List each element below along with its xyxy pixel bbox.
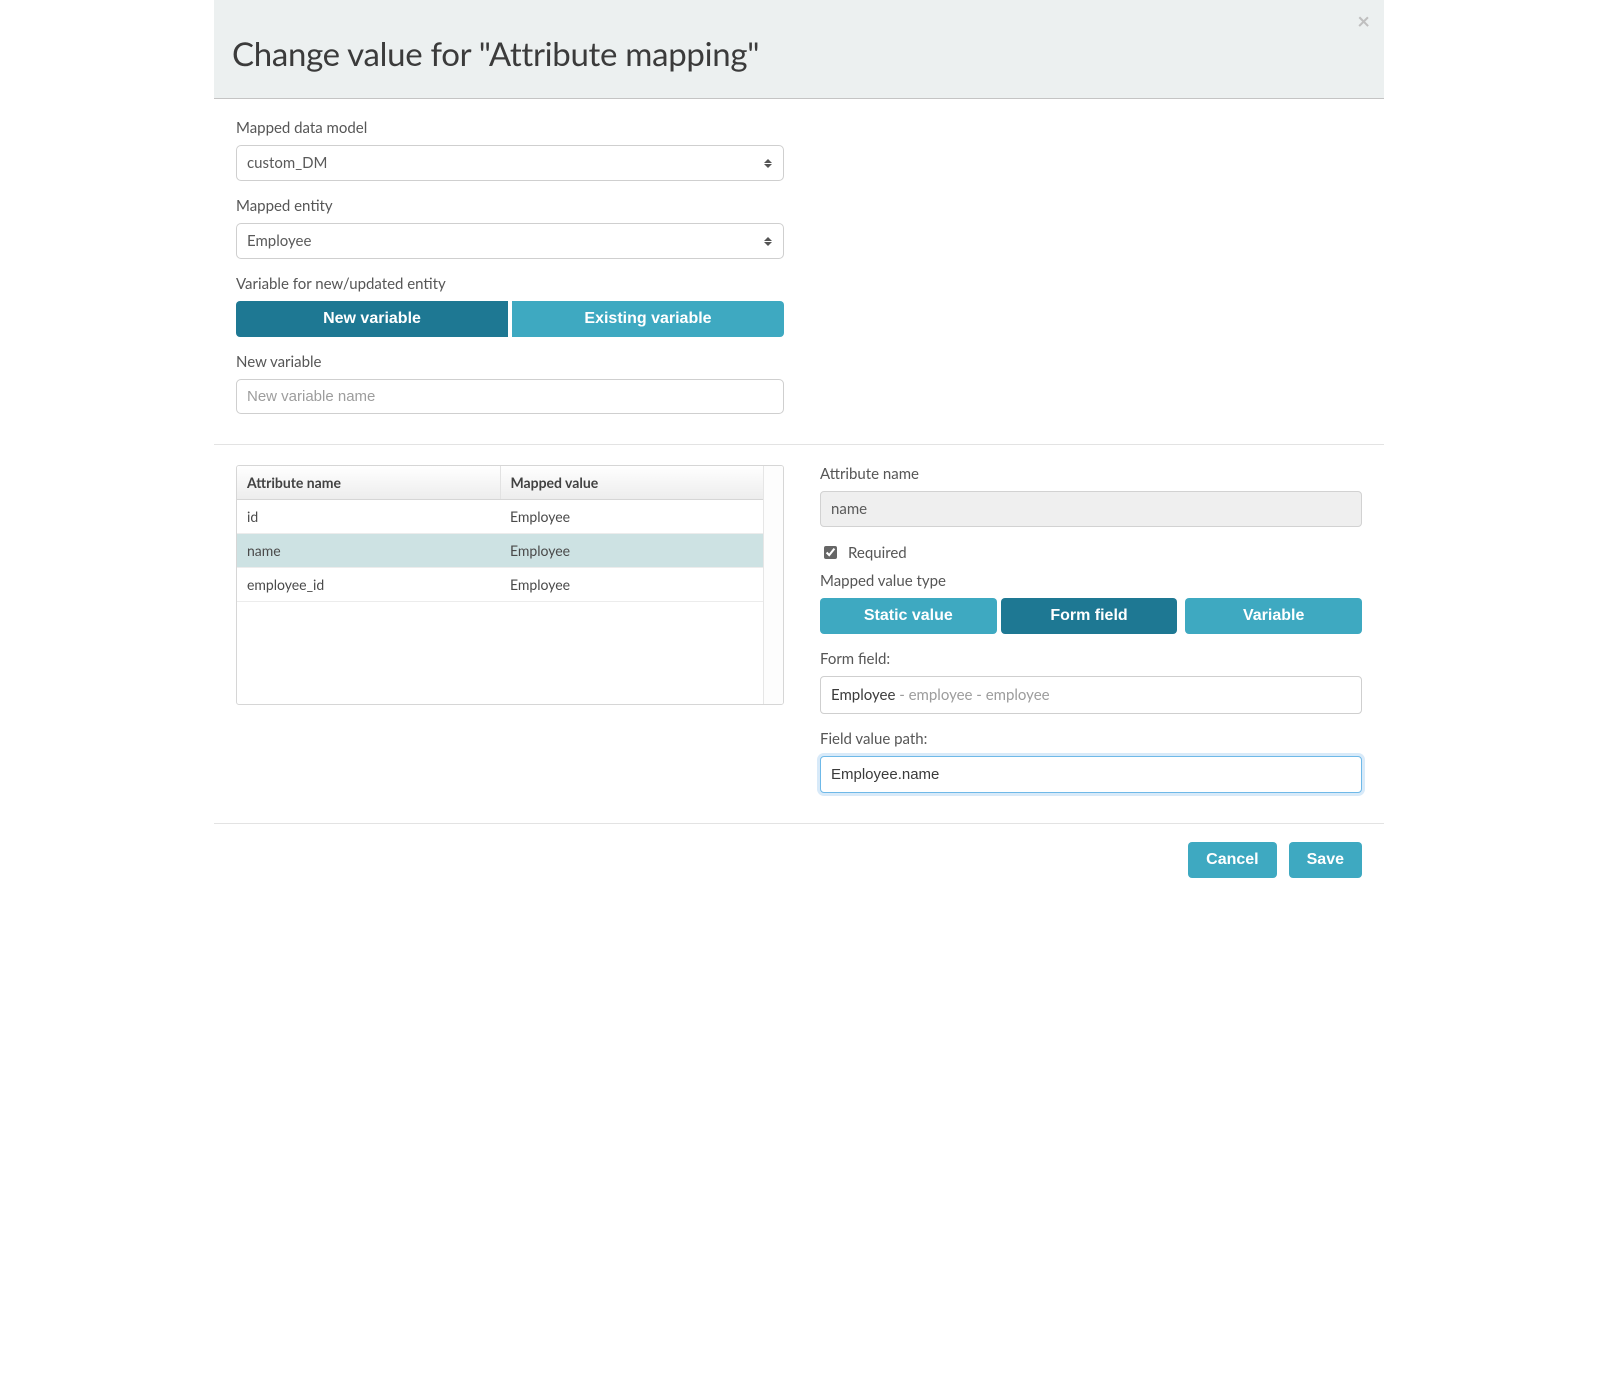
mapped-entity-label: Mapped entity [236,197,1362,215]
field-value-path-label: Field value path: [820,730,1362,748]
form-field-toggle[interactable]: Form field [1001,598,1178,634]
table-row[interactable]: name Employee [237,534,763,568]
dialog-body: Mapped data model custom_DM Mapped entit… [214,99,1384,823]
attribute-detail-panel: Attribute name name Required Mapped valu… [820,465,1362,793]
dialog-footer: Cancel Save [214,823,1384,896]
table-row[interactable]: id Employee [237,500,763,534]
table-scrollbar-gutter[interactable] [763,466,783,704]
new-variable-group: New variable [236,353,1362,414]
attribute-mapping-dialog: × Change value for "Attribute mapping" M… [214,0,1384,896]
dialog-header: × Change value for "Attribute mapping" [214,0,1384,99]
mapped-entity-group: Mapped entity Employee [236,197,1362,259]
variable-toggle[interactable]: Variable [1185,598,1362,634]
dialog-title: Change value for "Attribute mapping" [232,34,1364,74]
divider [214,444,1384,445]
cell-attr: id [237,500,500,534]
required-label: Required [848,544,907,562]
cell-attr: employee_id [237,568,500,602]
mapped-data-model-select[interactable]: custom_DM [236,145,784,181]
new-variable-toggle[interactable]: New variable [236,301,508,337]
field-value-path-input[interactable] [820,756,1362,793]
col-mapped-value[interactable]: Mapped value [500,466,763,500]
mapped-value-type-label: Mapped value type [820,572,1362,590]
attribute-grid: Attribute name Mapped value id Employee [236,465,784,705]
caret-sort-icon [763,156,773,170]
mapped-data-model-label: Mapped data model [236,119,1362,137]
form-field-primary: Employee [831,686,895,704]
variable-mode-label: Variable for new/updated entity [236,275,1362,293]
form-field-secondary: - employee - employee [895,686,1049,704]
variable-mode-group: Variable for new/updated entity New vari… [236,275,1362,337]
mapped-value-type-toggle: Static value Form field Variable [820,598,1362,634]
mapped-entity-value: Employee [247,232,311,250]
cell-mv: Employee [500,568,763,602]
required-row: Required [820,543,1362,562]
col-attribute-name[interactable]: Attribute name [237,466,500,500]
attribute-name-field: name [820,491,1362,527]
attribute-table-panel: Attribute name Mapped value id Employee [236,465,784,793]
new-variable-label: New variable [236,353,1362,371]
form-field-label: Form field: [820,650,1362,668]
attribute-name-label: Attribute name [820,465,1362,483]
new-variable-input[interactable] [236,379,784,414]
mapped-entity-select[interactable]: Employee [236,223,784,259]
cell-attr: name [237,534,500,568]
save-button[interactable]: Save [1289,842,1362,878]
required-checkbox[interactable] [824,546,837,559]
caret-sort-icon [763,234,773,248]
cancel-button[interactable]: Cancel [1188,842,1276,878]
table-row[interactable]: employee_id Employee [237,568,763,602]
cell-mv: Employee [500,534,763,568]
mapped-data-model-group: Mapped data model custom_DM [236,119,1362,181]
close-icon[interactable]: × [1357,10,1370,32]
mapped-data-model-value: custom_DM [247,154,327,172]
cell-mv: Employee [500,500,763,534]
static-value-toggle[interactable]: Static value [820,598,997,634]
form-field-select[interactable]: Employee - employee - employee [820,676,1362,714]
variable-mode-toggle: New variable Existing variable [236,301,784,337]
existing-variable-toggle[interactable]: Existing variable [512,301,784,337]
attribute-table: Attribute name Mapped value id Employee [237,466,763,602]
